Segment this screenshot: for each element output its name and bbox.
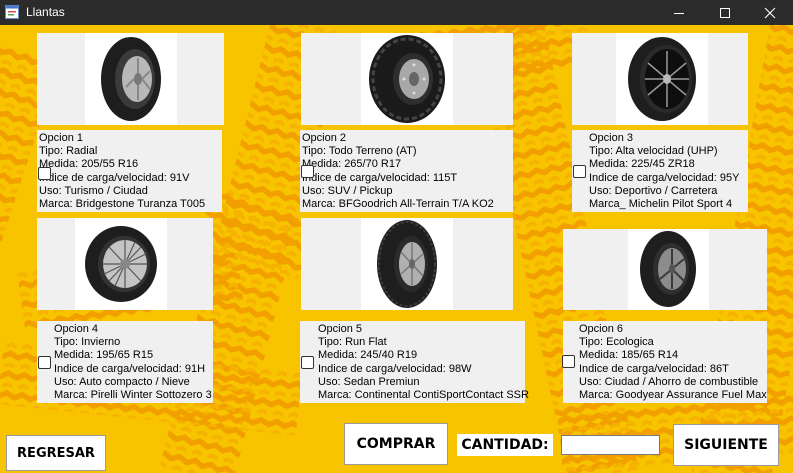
option-marca: Marca: Goodyear Assurance Fuel Max <box>579 388 767 401</box>
option-checkbox-3[interactable] <box>573 165 586 178</box>
tire-image-1 <box>37 33 224 125</box>
option-uso: Uso: Turismo / Ciudad <box>39 184 148 197</box>
option-tipo: Tipo: Invierno <box>54 336 121 349</box>
option-label: Opcion 2 <box>302 132 347 144</box>
option-tipo: Tipo: Todo Terreno (AT) <box>302 145 417 158</box>
comprar-button[interactable]: COMPRAR <box>344 423 448 465</box>
winter-tire-image <box>75 218 167 310</box>
minimize-button[interactable] <box>656 0 702 25</box>
option-medida: Medida: 185/65 R14 <box>579 349 679 362</box>
option-tipo: Tipo: Alta velocidad (UHP) <box>589 145 718 158</box>
cantidad-input[interactable] <box>561 435 660 455</box>
close-button[interactable] <box>747 0 793 25</box>
option-uso: Uso: Deportivo / Carretera <box>589 184 718 197</box>
maximize-button[interactable] <box>702 0 748 25</box>
option-info-4: Opcion 4 Tipo: Invierno Medida: 195/65 R… <box>37 321 213 403</box>
llantas-window: Llantas Opcion 1 Tipo: Radial Medida: 20… <box>0 0 793 473</box>
option-marca: Marca: BFGoodrich All-Terrain T/A KO2 <box>302 197 494 210</box>
all-terrain-tire-image <box>361 33 453 125</box>
option-indice: Indice de carga/velocidad: 91V <box>39 171 190 184</box>
option-info-2: Opcion 2 Tipo: Todo Terreno (AT) Medida:… <box>300 130 513 212</box>
option-tipo: Tipo: Ecologica <box>579 336 654 349</box>
siguiente-button[interactable]: SIGUIENTE <box>673 424 779 466</box>
option-checkbox-6[interactable] <box>562 355 575 368</box>
regresar-button[interactable]: REGRESAR <box>6 435 106 471</box>
title-bar[interactable]: Llantas <box>0 0 793 25</box>
tire-image-4 <box>37 218 213 310</box>
option-indice: Indice de carga/velocidad: 115T <box>302 171 458 184</box>
option-marca: Marca: Continental ContiSportContact SSR <box>318 388 529 401</box>
option-checkbox-5[interactable] <box>301 356 314 369</box>
option-uso: Uso: Ciudad / Ahorro de combustible <box>579 375 759 388</box>
option-checkbox-4[interactable] <box>38 356 51 369</box>
minimize-icon <box>674 12 684 14</box>
option-medida: Medida: 195/65 R15 <box>54 349 154 362</box>
option-checkbox-2[interactable] <box>301 165 314 178</box>
option-label: Opcion 1 <box>39 132 84 144</box>
tire-image-6 <box>563 229 767 310</box>
option-label: Opcion 3 <box>589 132 634 144</box>
form-icon <box>5 5 19 19</box>
option-info-5: Opcion 5 Tipo: Run Flat Medida: 245/40 R… <box>300 321 529 403</box>
option-uso: Uso: Sedan Premiun <box>318 375 420 388</box>
option-marca: Marca_ Michelin Pilot Sport 4 <box>589 197 733 210</box>
option-uso: Uso: SUV / Pickup <box>302 184 393 197</box>
tire-image-2 <box>301 33 513 125</box>
uhp-tire-image <box>616 33 708 125</box>
window-title: Llantas <box>26 5 65 19</box>
maximize-icon <box>720 7 730 18</box>
option-medida: Medida: 225/45 ZR18 <box>589 158 695 171</box>
form-body: Opcion 1 Tipo: Radial Medida: 205/55 R16… <box>0 25 793 473</box>
option-medida: Medida: 265/70 R17 <box>302 158 402 171</box>
option-info-3: Opcion 3 Tipo: Alta velocidad (UHP) Medi… <box>572 130 748 212</box>
eco-tire-image <box>628 229 709 310</box>
cantidad-label: CANTIDAD: <box>457 434 553 456</box>
option-label: Opcion 4 <box>54 323 99 335</box>
tire-image-3 <box>572 33 748 125</box>
option-indice: Indice de carga/velocidad: 86T <box>579 362 729 375</box>
option-indice: Indice de carga/velocidad: 98W <box>318 362 472 375</box>
run-flat-tire-image <box>361 218 453 310</box>
option-info-6: Opcion 6 Tipo: Ecologica Medida: 185/65 … <box>563 321 767 403</box>
close-icon <box>764 7 776 18</box>
radial-tire-image <box>85 33 177 125</box>
option-indice: Indice de carga/velocidad: 91H <box>54 362 206 375</box>
option-uso: Uso: Auto compacto / Nieve <box>54 375 190 388</box>
option-indice: Indice de carga/velocidad: 95Y <box>589 171 740 184</box>
option-label: Opcion 5 <box>318 323 363 335</box>
option-medida: Medida: 245/40 R19 <box>318 349 418 362</box>
option-label: Opcion 6 <box>579 323 624 335</box>
option-marca: Marca: Pirelli Winter Sottozero 3 <box>54 388 212 401</box>
option-marca: Marca: Bridgestone Turanza T005 <box>39 197 206 210</box>
option-checkbox-1[interactable] <box>38 167 51 180</box>
option-info-1: Opcion 1 Tipo: Radial Medida: 205/55 R16… <box>37 130 222 212</box>
tire-image-5 <box>301 218 513 310</box>
option-tipo: Tipo: Radial <box>39 145 98 158</box>
option-tipo: Tipo: Run Flat <box>318 336 387 349</box>
option-medida: Medida: 205/55 R16 <box>39 158 139 171</box>
